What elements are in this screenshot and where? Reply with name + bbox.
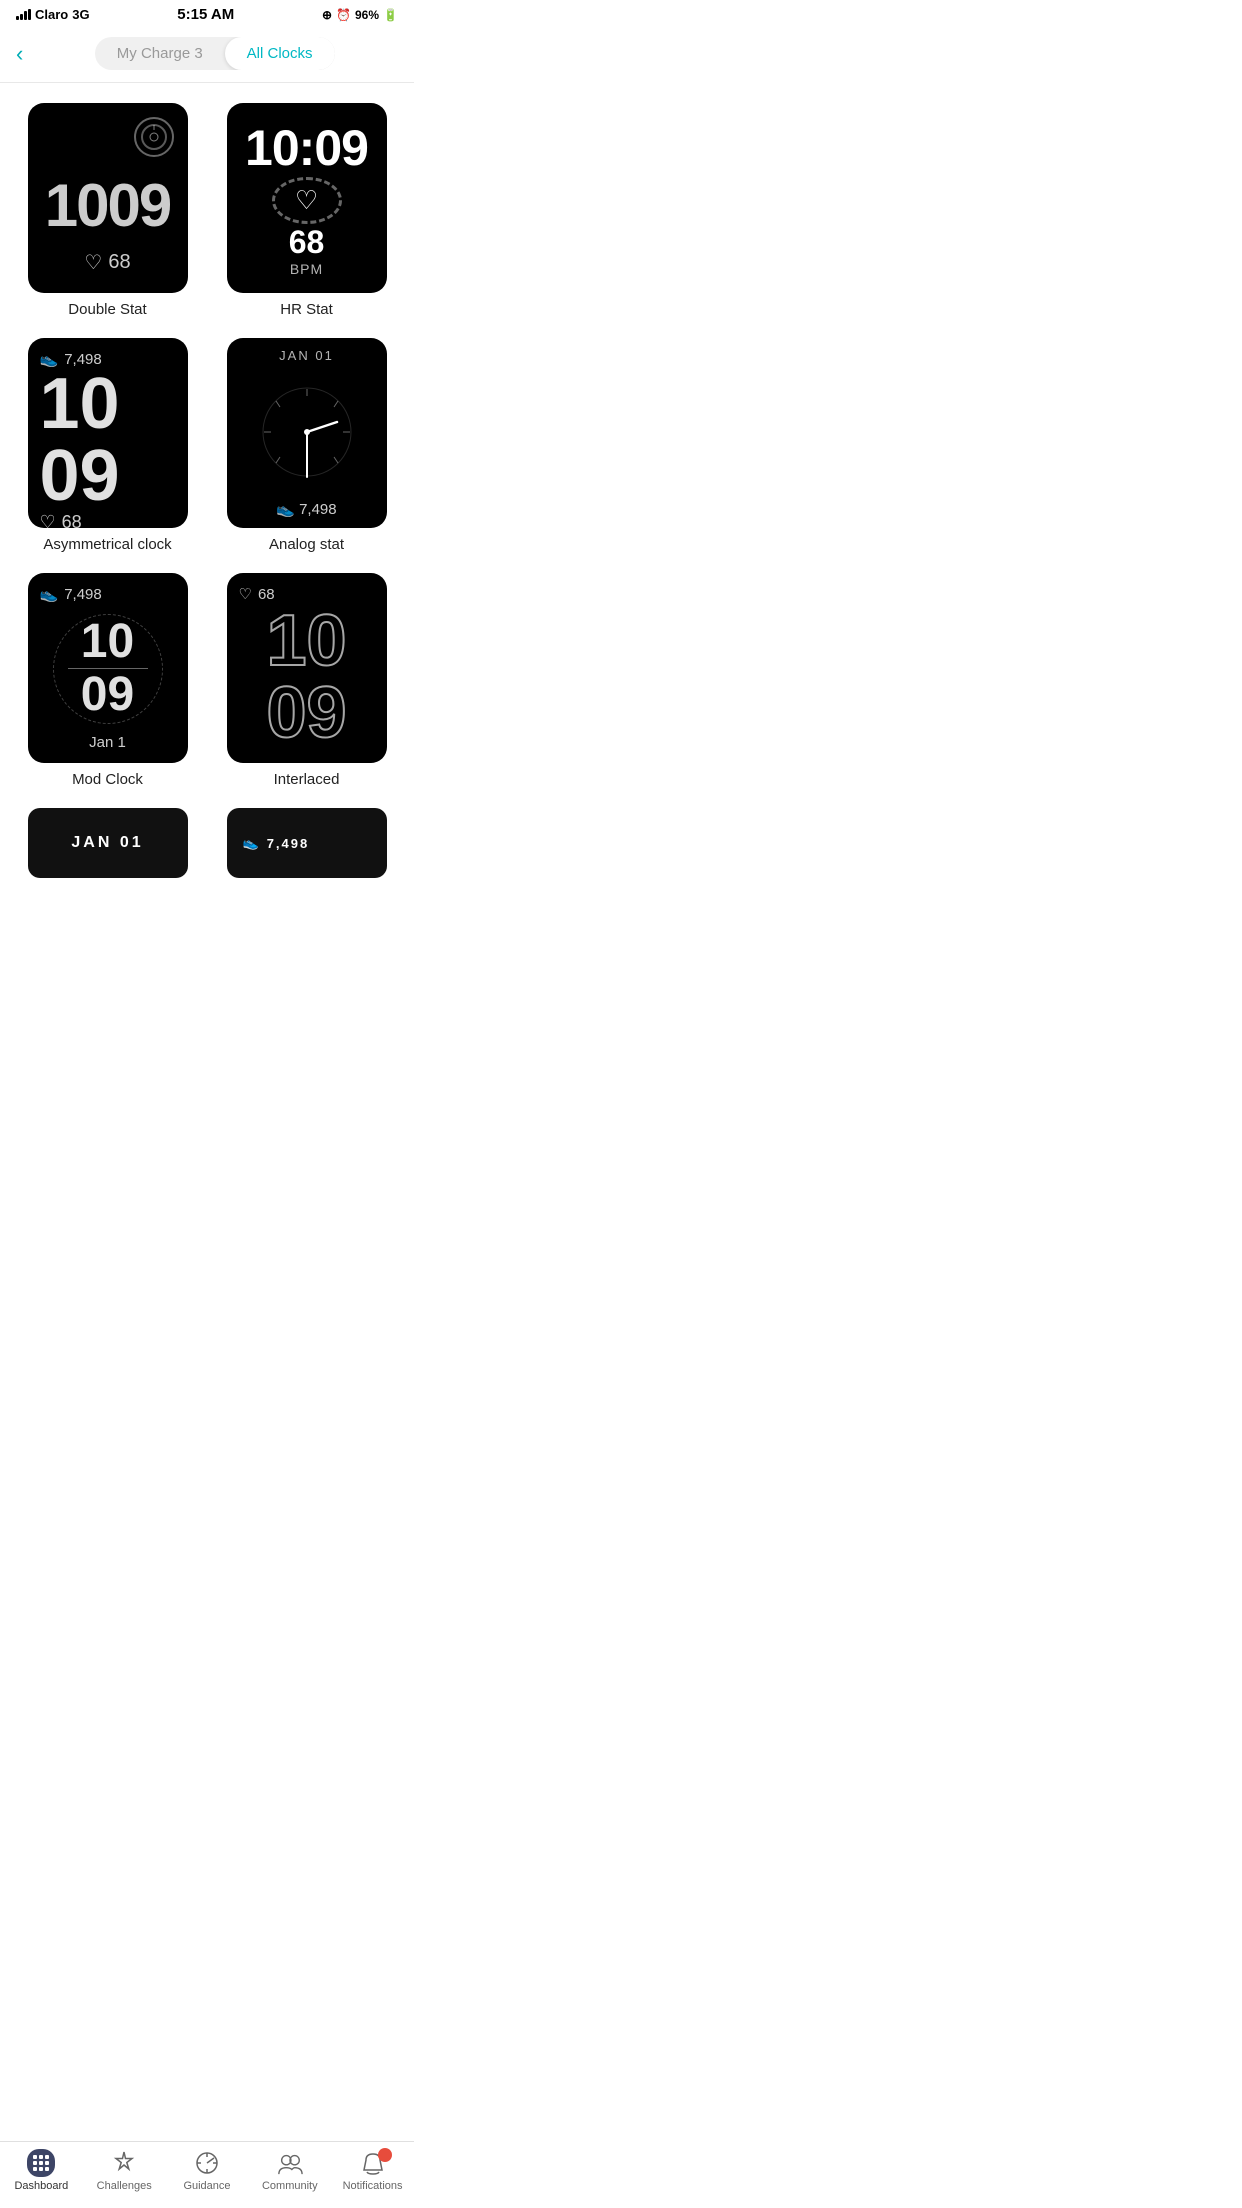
interlaced-time: 1009	[266, 605, 346, 749]
dashboard-icon	[28, 2150, 54, 2176]
guidance-label: Guidance	[183, 2180, 230, 2192]
clock-item-analog-stat[interactable]: JAN 01	[215, 338, 398, 553]
notifications-icon	[360, 2150, 386, 2176]
nav-item-challenges[interactable]: Challenges	[94, 2150, 154, 2192]
heart-icon: ♡	[239, 585, 252, 603]
analog-steps: 👟 7,498	[276, 500, 336, 518]
guidance-icon	[194, 2150, 220, 2176]
mod-time: 1009	[68, 618, 148, 719]
tab-all-clocks[interactable]: All Clocks	[225, 37, 335, 70]
interlaced-face: ♡ 68 1009	[227, 573, 387, 763]
clock-item-double-stat[interactable]: 1009 ♡ 68 Double Stat	[16, 103, 199, 318]
notifications-label: Notifications	[343, 2180, 403, 2192]
asym-hr: ♡ 68	[40, 512, 82, 528]
mod-clock-label: Mod Clock	[72, 771, 143, 788]
mod-steps: 👟 7,498	[40, 585, 102, 603]
nav-toggle: My Charge 3 All Clocks	[95, 37, 335, 70]
hr-stat-label: HR Stat	[280, 301, 333, 318]
status-time: 5:15 AM	[177, 6, 234, 23]
carrier-label: Claro	[35, 7, 68, 22]
asymmetrical-label: Asymmetrical clock	[43, 536, 171, 553]
signal-bars	[16, 9, 31, 20]
clock-grid: 1009 ♡ 68 Double Stat 10:09 ♡ 68 BPM HR …	[0, 83, 414, 978]
clock-item-asymmetrical[interactable]: 👟 7,498 1009 ♡ 68 Asymmetrical clock	[16, 338, 199, 553]
clock-item-partial-2[interactable]: 👟 7,498	[215, 808, 398, 878]
interlaced-label: Interlaced	[274, 771, 340, 788]
analog-clock-svg	[247, 363, 367, 500]
challenges-label: Challenges	[97, 2180, 152, 2192]
heart-icon: ♡	[40, 512, 56, 528]
heart-icon: ♡	[84, 250, 102, 275]
double-stat-label: Double Stat	[68, 301, 146, 318]
partial-steps-label: 7,498	[267, 836, 310, 851]
mod-center: 1009	[68, 603, 148, 734]
partial-date-label: JAN 01	[71, 834, 143, 852]
clock-item-hr-stat[interactable]: 10:09 ♡ 68 BPM HR Stat	[215, 103, 398, 318]
hr-bpm-block: 68 BPM	[289, 224, 325, 277]
bottom-nav: Dashboard Challenges Guidance	[0, 2141, 414, 2208]
community-label: Community	[262, 2180, 318, 2192]
double-stat-hr: ♡ 68	[84, 250, 130, 275]
notification-badge	[378, 2148, 392, 2162]
hr-stat-face: 10:09 ♡ 68 BPM	[227, 103, 387, 293]
partial-face-1: JAN 01	[28, 808, 188, 878]
nav-item-guidance[interactable]: Guidance	[177, 2150, 237, 2192]
nav-item-notifications[interactable]: Notifications	[343, 2150, 403, 2192]
nav-item-community[interactable]: Community	[260, 2150, 320, 2192]
nav-item-dashboard[interactable]: Dashboard	[11, 2150, 71, 2192]
partial-face-2: 👟 7,498	[227, 808, 387, 878]
dashboard-label: Dashboard	[14, 2180, 68, 2192]
circle-indicator	[134, 117, 174, 157]
hr-circle: ♡	[272, 177, 342, 224]
clock-item-interlaced[interactable]: ♡ 68 1009 Interlaced	[215, 573, 398, 788]
lock-icon: ⊕	[322, 8, 332, 22]
steps-icon: 👟	[276, 500, 295, 518]
steps-icon-small: 👟	[243, 835, 261, 851]
double-stat-face: 1009 ♡ 68	[28, 103, 188, 293]
status-right: ⊕ ⏰ 96% 🔋	[322, 8, 398, 22]
hr-bpm-num: 68	[289, 224, 325, 261]
asym-time: 1009	[40, 368, 120, 512]
steps-icon: 👟	[40, 585, 59, 603]
hr-stat-time: 10:09	[245, 119, 368, 177]
alarm-icon: ⏰	[336, 8, 351, 22]
battery-icon: 🔋	[383, 8, 398, 22]
double-stat-time: 1009	[45, 176, 170, 236]
asym-face: 👟 7,498 1009 ♡ 68	[28, 338, 188, 528]
status-bar: Claro 3G 5:15 AM ⊕ ⏰ 96% 🔋	[0, 0, 414, 27]
analog-stat-label: Analog stat	[269, 536, 344, 553]
battery-label: 96%	[355, 8, 379, 22]
analog-face: JAN 01	[227, 338, 387, 528]
mod-face: 👟 7,498 1009 Jan 1	[28, 573, 188, 763]
hr-heart-icon: ♡	[295, 185, 318, 216]
header-nav: ‹ My Charge 3 All Clocks	[0, 27, 414, 83]
clock-item-mod-clock[interactable]: 👟 7,498 1009 Jan 1 Mod Clock	[16, 573, 199, 788]
analog-date: JAN 01	[279, 348, 334, 363]
clock-item-partial-1[interactable]: JAN 01	[16, 808, 199, 878]
mod-date: Jan 1	[89, 734, 126, 751]
status-left: Claro 3G	[16, 7, 90, 22]
network-label: 3G	[72, 7, 89, 22]
challenges-icon	[111, 2150, 137, 2176]
community-icon	[277, 2150, 303, 2176]
back-button[interactable]: ‹	[16, 41, 31, 67]
tab-my-charge-3[interactable]: My Charge 3	[95, 37, 225, 70]
hr-bpm-label: BPM	[289, 261, 325, 277]
